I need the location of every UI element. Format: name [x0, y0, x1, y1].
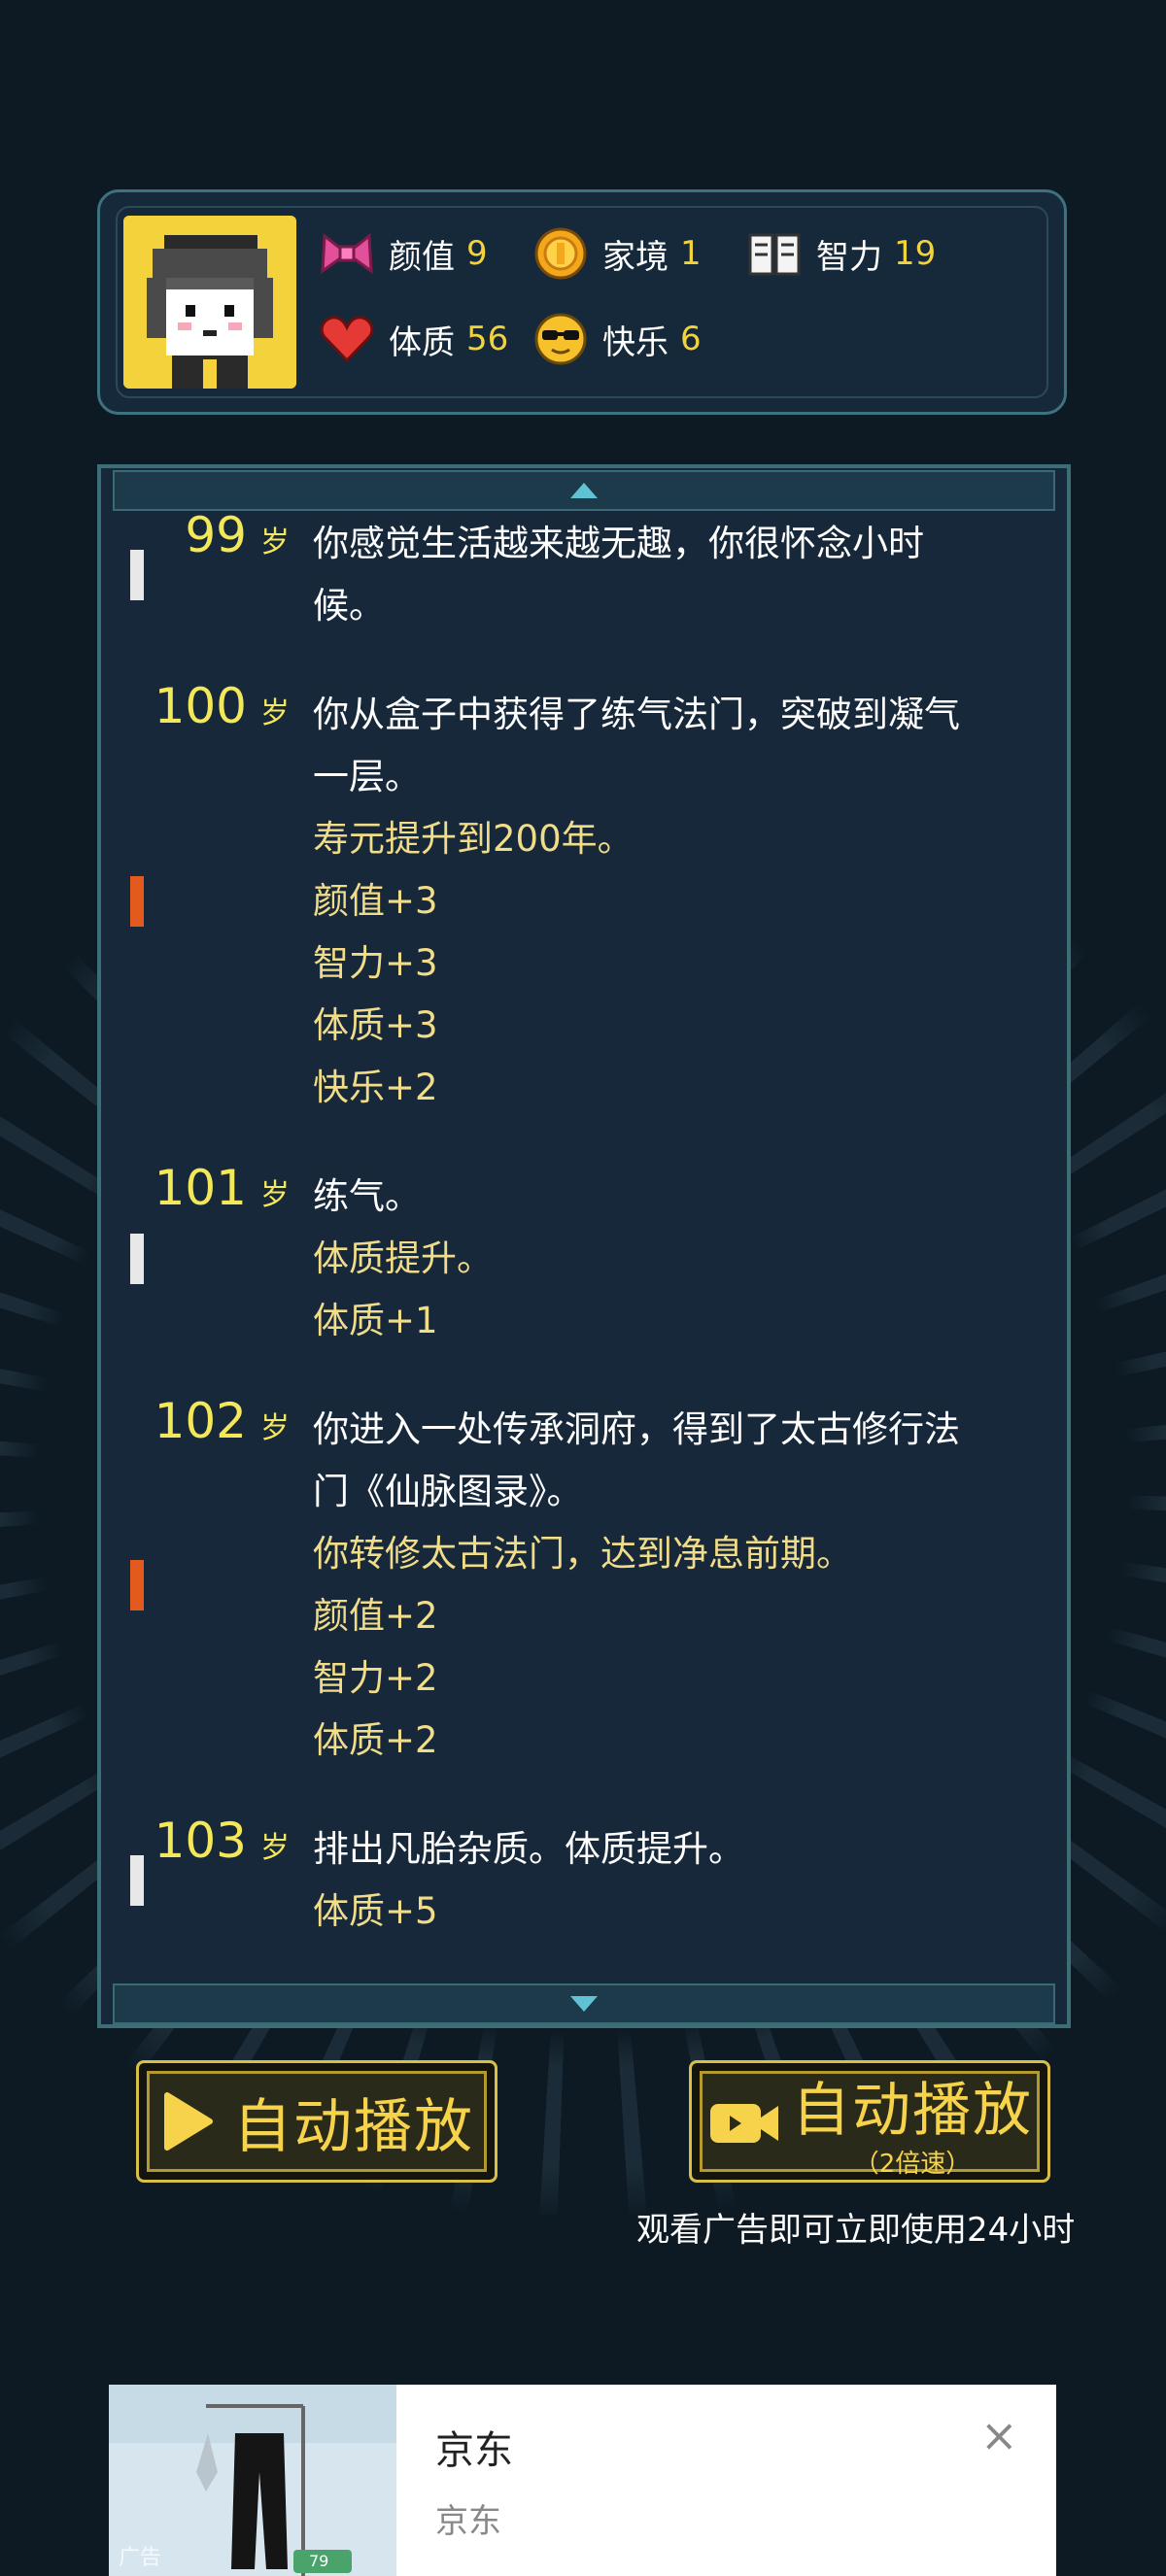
stat-happiness: 快乐 6: [532, 311, 702, 367]
play-icon: [164, 2092, 213, 2151]
age-unit: 岁: [260, 696, 290, 730]
arrow-up-icon: [570, 483, 598, 498]
age-label: 103 岁: [154, 1813, 290, 1869]
log-line: 你感觉生活越来越无趣，你很怀念小时: [313, 523, 924, 564]
ad-banner[interactable]: 广告 79 京东 京东 ×: [109, 2385, 1056, 2576]
stat-appearance: 颜值 9: [319, 225, 488, 282]
log-line: 排出凡胎杂质。体质提升。: [313, 1828, 744, 1870]
bow-icon: [319, 225, 375, 282]
age-unit: 岁: [260, 525, 290, 559]
avatar[interactable]: [123, 216, 296, 389]
auto-play-label: 自动播放: [233, 2092, 474, 2161]
stat-constitution: 体质 56: [319, 311, 508, 367]
sunglasses-face-icon: [532, 311, 589, 367]
ad-price-badge: 79: [309, 2552, 329, 2570]
log-line: 你转修太古法门，达到净息前期。: [313, 1533, 852, 1575]
age-label: 99 岁: [185, 507, 290, 563]
log-entry: 100 岁你从盒子中获得了练气法门，突破到凝气 一层。寿元提升到200年。 颜值+3 智…: [101, 678, 1067, 1119]
auto-play-fast-label: 自动播放: [792, 2077, 1033, 2145]
life-log-panel[interactable]: 99 岁你感觉生活越来越无趣，你很怀念小时 候。 100 岁你从盒子中获得了练气法门，突…: [97, 464, 1071, 2028]
event-marker: [130, 1855, 144, 1906]
ad-note: 观看广告即可立即使用24小时: [636, 2211, 1076, 2250]
log-entry: 101 岁练气。体质提升。体质+1: [101, 1160, 1067, 1352]
auto-play-fast-button[interactable]: 自动播放 （2倍速）: [689, 2060, 1050, 2183]
age-number: 102: [154, 1393, 247, 1449]
log-line: 体质+2: [313, 1719, 438, 1761]
log-line: 颜值+3: [313, 880, 438, 922]
age-unit: 岁: [260, 1831, 290, 1865]
pixel-avatar-icon: [123, 216, 296, 389]
heart-icon: [319, 311, 375, 367]
log-entry: 103 岁排出凡胎杂质。体质提升。 体质+5: [101, 1813, 1067, 1943]
event-marker: [130, 1560, 144, 1610]
scroll-down-button[interactable]: [113, 1983, 1055, 2024]
age-label: 102 岁: [154, 1393, 290, 1449]
age-label: 100 岁: [154, 678, 290, 734]
stat-intelligence: 智力 19: [746, 225, 936, 282]
age-unit: 岁: [260, 1411, 290, 1445]
log-entry: 102 岁你进入一处传承洞府，得到了太古修行法 门《仙脉图录》。你转修太古法门，达到…: [101, 1393, 1067, 1772]
log-line: 智力+3: [313, 942, 438, 984]
log-line: 智力+2: [313, 1657, 438, 1699]
log-line: 练气。: [313, 1175, 421, 1217]
age-number: 99: [185, 507, 247, 563]
log-line: 颜值+2: [313, 1595, 438, 1637]
auto-play-button[interactable]: 自动播放: [136, 2060, 497, 2183]
ad-source: 京东: [435, 2502, 501, 2541]
log-entry: 99 岁你感觉生活越来越无趣，你很怀念小时 候。: [101, 507, 1067, 637]
event-marker: [130, 550, 144, 600]
ad-close-icon[interactable]: ×: [980, 2409, 1018, 2461]
age-number: 101: [154, 1160, 247, 1216]
age-number: 100: [154, 678, 247, 734]
log-line: 体质+3: [313, 1004, 438, 1046]
ad-tag: 广告: [119, 2546, 162, 2570]
log-line: 寿元提升到200年。: [313, 818, 634, 860]
speed-label: （2倍速）: [853, 2150, 972, 2179]
scroll-up-button[interactable]: [113, 470, 1055, 511]
log-line: 快乐+2: [313, 1067, 438, 1108]
event-marker: [130, 876, 144, 927]
log-line: 候。: [313, 585, 385, 627]
age-label: 101 岁: [154, 1160, 290, 1216]
log-line: 体质+1: [313, 1300, 438, 1341]
age-number: 103: [154, 1813, 247, 1869]
video-camera-icon: [710, 2104, 778, 2143]
stats-panel: 颜值 9 家境 1 智力 19 体质 56 快乐 6: [97, 189, 1067, 415]
log-line: 体质+5: [313, 1890, 438, 1932]
book-icon: [746, 225, 803, 282]
arrow-down-icon: [570, 1996, 598, 2012]
coin-icon: [532, 225, 589, 282]
ad-image[interactable]: 广告 79: [109, 2385, 396, 2576]
log-line: 体质提升。: [313, 1237, 493, 1279]
log-line: 你进入一处传承洞府，得到了太古修行法: [313, 1408, 960, 1450]
age-unit: 岁: [260, 1178, 290, 1212]
stat-family: 家境 1: [532, 225, 702, 282]
log-line: 门《仙脉图录》。: [313, 1471, 583, 1512]
log-line: 一层。: [313, 756, 421, 797]
event-marker: [130, 1234, 144, 1284]
ad-title: 京东: [435, 2428, 513, 2473]
log-line: 你从盒子中获得了练气法门，突破到凝气: [313, 694, 960, 735]
